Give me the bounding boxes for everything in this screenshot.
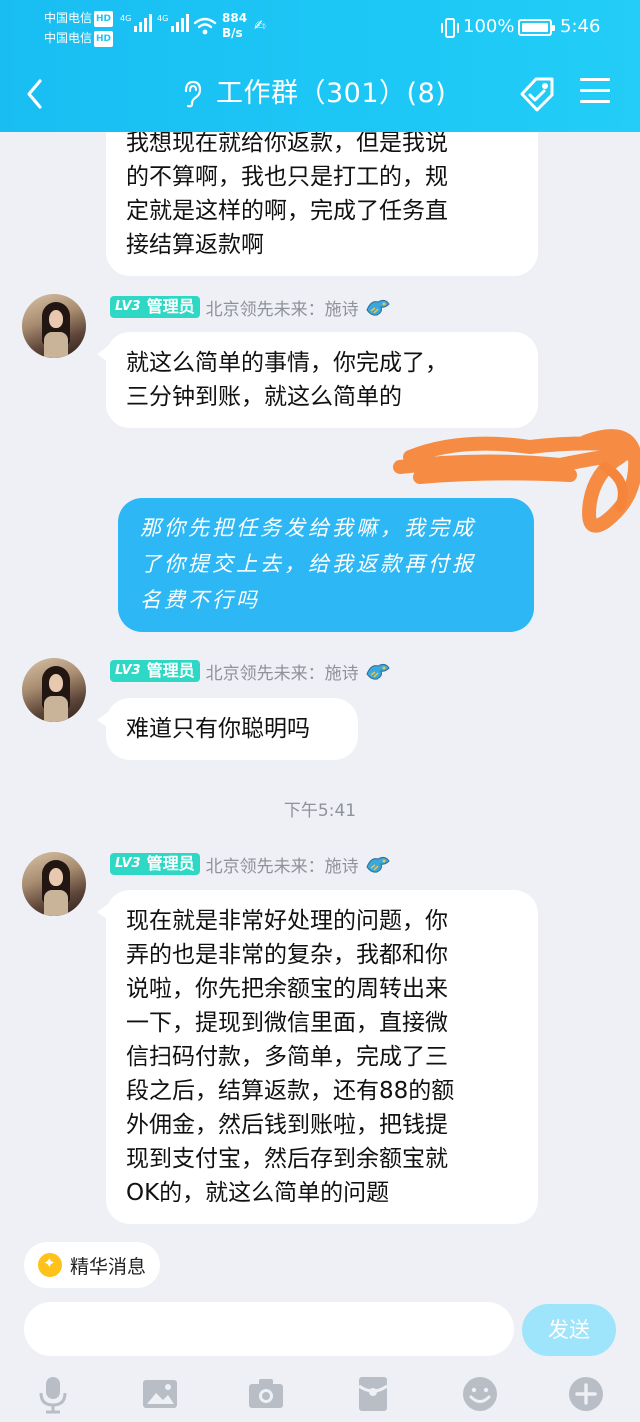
role-badge: 管理员 [145,660,200,682]
message-bubble[interactable]: 难道只有你聪明吗 [97,698,358,760]
chat-title[interactable]: 工作群（301）(8) [216,76,446,112]
message-line: 现到支付宝，然后存到余额宝就 [126,1146,448,1172]
level-badge: LV3 [110,660,146,682]
avatar[interactable] [22,852,86,916]
message-line: 的不算啊，我也只是打工的，规 [126,164,448,190]
app-header: 中国电信 HD 中国电信 HD 4G 4G 884 B/s ✍ 100% 5:46 [0,0,640,132]
signal-icon: 4G [120,14,153,32]
network-speed: 884 B/s [222,11,247,41]
signal-icon: 4G [157,14,190,32]
message-line: 一下，提现到微信里面，直接微 [126,1010,448,1036]
message-line: 外佣金，然后钱到账啦，把钱提 [126,1112,448,1138]
wifi-icon [193,17,217,35]
dragon-emblem-icon [366,299,390,316]
message-line: 我想现在就给你返款，但是我说 [126,132,448,156]
status-bar: 中国电信 HD 中国电信 HD 4G 4G 884 B/s ✍ 100% 5:46 [0,0,640,56]
avatar[interactable] [22,294,86,358]
message-line: 就这么简单的事情，你完成了， [126,350,448,376]
role-badge: 管理员 [145,296,200,318]
message-line: 说啦，你先把余额宝的周转出来 [126,976,448,1002]
essence-messages-button[interactable]: 精华消息 [24,1242,161,1288]
speed-value: 884 [222,11,248,25]
emoji-icon[interactable] [460,1374,500,1414]
message-line: 接结算返款啊 [126,232,264,258]
send-button[interactable]: 发送 [522,1304,616,1356]
image-icon[interactable] [140,1374,180,1414]
role-badge: 管理员 [145,853,200,875]
ear-icon[interactable] [180,79,204,109]
sender-name[interactable]: 北京领先未来：施诗 [206,852,359,877]
carrier-2-label: 中国电信 [44,31,93,45]
sender-name[interactable]: 北京领先未来：施诗 [206,295,359,320]
essence-label: 精华消息 [70,1255,147,1278]
battery-percent: 100% [463,16,515,37]
menu-icon[interactable] [580,78,610,106]
dragon-emblem-icon [366,856,390,873]
network-type-1: 4G [120,14,132,23]
sender-line: LV3 管理员 北京领先未来：施诗 [110,852,391,877]
carrier-1-label: 中国电信 [44,11,93,25]
message-line: 三分钟到账，就这么简单的 [126,384,402,410]
message-line: 难道只有你聪明吗 [126,716,310,742]
vibrate-icon [441,18,459,38]
chat-area[interactable]: 我想现在就给你返款，但是我说 的不算啊，我也只是打工的，规 定就是这样的啊，完成… [0,132,640,1232]
title-bar: 工作群（301）(8) [0,56,640,132]
speed-unit: B/s [222,26,243,40]
level-badge: LV3 [110,296,146,318]
time-stamp: 下午5:41 [283,801,357,821]
nfc-icon: ✍ [254,18,266,34]
message-line: 段之后，结算返款，还有88的额 [126,1078,455,1104]
carrier-2: 中国电信 HD [44,30,114,47]
red-packet-icon[interactable] [353,1374,393,1414]
status-time: 5:46 [560,16,601,37]
dragon-emblem-icon [366,663,390,680]
input-toolbar [0,1366,640,1422]
message-line: 现在就是非常好处理的问题，你 [126,908,448,934]
microphone-icon[interactable] [33,1374,73,1414]
message-line: 名费不行吗 [140,588,260,612]
sender-line: LV3 管理员 北京领先未来：施诗 [110,295,391,320]
message-input[interactable] [24,1302,514,1356]
camera-icon[interactable] [246,1374,286,1414]
sender-line: LV3 管理员 北京领先未来：施诗 [110,659,391,684]
carrier-1: 中国电信 HD [44,10,114,27]
battery-icon [518,19,555,36]
message-bubble[interactable]: 就这么简单的事情，你完成了， 三分钟到账，就这么简单的 [97,332,538,428]
message-line: 信扫码付款，多简单，完成了三 [126,1044,448,1070]
plus-icon[interactable] [566,1374,606,1414]
message-bubble[interactable]: 现在就是非常好处理的问题，你 弄的也是非常的复杂，我都和你 说啦，你先把余额宝的… [97,890,538,1224]
hd-badge: HD [94,31,114,47]
redaction-scribble [393,429,640,533]
message-bubble[interactable]: 我想现在就给你返款，但是我说 的不算啊，我也只是打工的，规 定就是这样的啊，完成… [106,132,538,276]
message-line: 了你提交上去，给我返款再付报 [140,552,476,576]
message-line: 弄的也是非常的复杂，我都和你 [126,942,448,968]
message-line: 定就是这样的啊，完成了任务直 [126,198,448,224]
message-line: OK的，就这么简单的问题 [126,1180,390,1206]
tag-icon[interactable] [518,74,560,114]
back-chevron-icon[interactable] [20,76,50,112]
sparkle-icon [38,1253,62,1277]
sender-name[interactable]: 北京领先未来：施诗 [206,659,359,684]
hd-badge: HD [94,11,114,27]
avatar[interactable] [22,658,86,722]
network-type-2: 4G [157,14,169,23]
level-badge: LV3 [110,853,146,875]
